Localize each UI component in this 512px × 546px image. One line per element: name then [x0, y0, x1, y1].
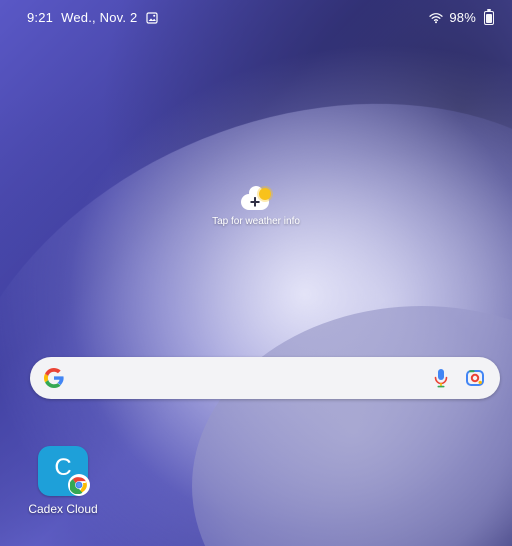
status-right: 98% [429, 8, 496, 25]
cadex-cloud-app-icon[interactable]: C [38, 446, 90, 496]
battery-cap [487, 8, 491, 11]
google-lens-icon[interactable] [464, 367, 486, 389]
google-search-bar[interactable] [30, 357, 500, 399]
status-left: 9:21 Wed., Nov. 2 [27, 10, 159, 25]
chrome-icon [68, 474, 90, 496]
wifi-icon [429, 12, 444, 24]
battery-body [484, 8, 494, 25]
plus-icon: + [249, 192, 261, 212]
status-time: 9:21 [27, 10, 54, 25]
weather-add-button[interactable]: + [237, 184, 275, 214]
weather-label[interactable]: Tap for weather info [212, 216, 300, 227]
app-shortcut-cadex-cloud[interactable]: C Cadex Cloud [17, 446, 109, 524]
app-label[interactable]: Cadex Cloud [28, 502, 97, 516]
battery-icon [482, 8, 496, 25]
gallery-notification-icon [145, 11, 159, 24]
battery-percent: 98% [449, 10, 476, 25]
google-g-icon [42, 366, 66, 390]
status-bar: 9:21 Wed., Nov. 2 98% [0, 0, 512, 36]
status-date: Wed., Nov. 2 [61, 10, 138, 25]
mic-icon[interactable] [432, 367, 450, 389]
weather-widget[interactable]: + Tap for weather info [0, 184, 512, 244]
